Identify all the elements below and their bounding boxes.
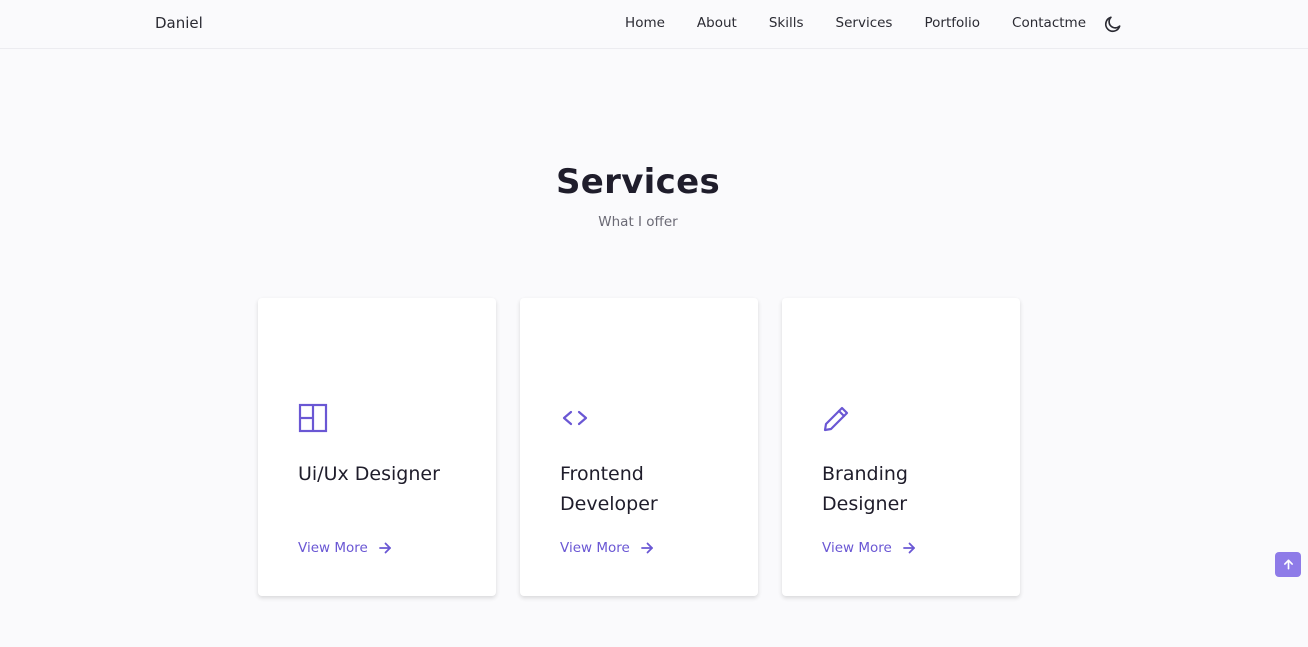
main-nav: Home About Skills Services Portfolio Con… <box>625 15 1086 31</box>
arrow-right-icon <box>378 542 391 554</box>
nav-contactme[interactable]: Contactme <box>1012 15 1086 31</box>
service-card-branding: Branding Designer View More <box>782 298 1020 596</box>
nav-skills[interactable]: Skills <box>769 15 804 31</box>
view-more-link[interactable]: View More <box>298 540 392 556</box>
section-title: Services <box>556 162 720 202</box>
service-title: Branding Designer <box>822 463 908 515</box>
arrow-up-icon <box>1283 559 1293 570</box>
service-card-uiux: Ui/Ux Designer View More <box>258 298 496 596</box>
header: Daniel Home About Skills Services Portfo… <box>0 0 1308 49</box>
view-more-link[interactable]: View More <box>822 540 916 556</box>
nav-about[interactable]: About <box>697 15 737 31</box>
moon-icon[interactable] <box>1103 14 1123 34</box>
view-more-label: View More <box>560 540 630 556</box>
section-subtitle: What I offer <box>598 214 678 230</box>
nav-home[interactable]: Home <box>625 15 665 31</box>
service-title: Frontend Developer <box>560 463 658 515</box>
layout-icon <box>298 403 328 433</box>
arrow-right-icon <box>640 542 653 554</box>
scroll-up-button[interactable] <box>1275 552 1301 577</box>
view-more-label: View More <box>822 540 892 556</box>
nav-services[interactable]: Services <box>836 15 893 31</box>
logo[interactable]: Daniel <box>155 14 203 32</box>
view-more-link[interactable]: View More <box>560 540 654 556</box>
service-card-frontend: Frontend Developer View More <box>520 298 758 596</box>
pencil-icon <box>822 403 852 433</box>
service-title: Ui/Ux Designer <box>298 463 440 485</box>
view-more-label: View More <box>298 540 368 556</box>
services-list: Ui/Ux Designer View More Frontend Develo… <box>258 298 1020 596</box>
nav-portfolio[interactable]: Portfolio <box>924 15 980 31</box>
arrow-right-icon <box>902 542 915 554</box>
code-icon <box>560 403 590 433</box>
